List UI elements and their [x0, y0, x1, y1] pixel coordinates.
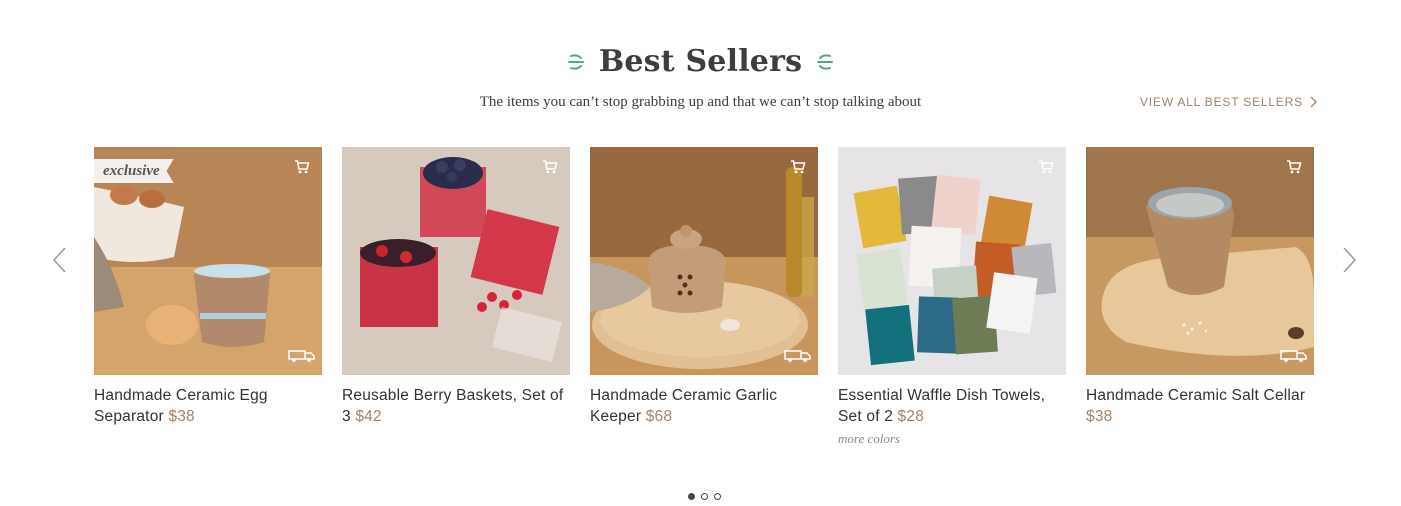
product-name[interactable]: Handmade Ceramic Egg Separator $38 [94, 385, 322, 427]
cart-icon[interactable] [1286, 159, 1302, 175]
view-all-link[interactable]: VIEW ALL BEST SELLERS [1140, 95, 1318, 109]
cart-icon[interactable] [294, 159, 310, 175]
product-image[interactable] [838, 147, 1066, 375]
product-name[interactable]: Handmade Ceramic Garlic Keeper $68 [590, 385, 818, 427]
carousel-prev-button[interactable] [50, 246, 70, 274]
product-price: $28 [897, 408, 925, 425]
product-price: $68 [645, 408, 673, 425]
section-header: Best Sellers [0, 44, 1401, 79]
product-price: $38 [168, 408, 195, 425]
left-sprig-icon [567, 53, 584, 70]
product-card[interactable]: exclusive Handmade Ceramic Egg Separator… [94, 147, 322, 447]
product-card[interactable]: Handmade Ceramic Salt Cellar $38 [1086, 147, 1314, 447]
exclusive-badge: exclusive [94, 159, 174, 183]
title-row: Best Sellers [0, 44, 1401, 79]
product-name[interactable]: Handmade Ceramic Salt Cellar $38 [1086, 385, 1314, 427]
salt-cellar-photo [1086, 147, 1314, 375]
garlic-keeper-photo [590, 147, 818, 375]
cart-icon[interactable] [790, 159, 806, 175]
carousel-next-button[interactable] [1339, 246, 1359, 274]
dish-towels-photo [838, 147, 1066, 375]
product-card[interactable]: Reusable Berry Baskets, Set of 3 $42 [342, 147, 570, 447]
cart-icon[interactable] [542, 159, 558, 175]
product-image[interactable] [1086, 147, 1314, 375]
more-colors-link[interactable]: more colors [838, 431, 1066, 447]
product-price: $38 [1086, 408, 1113, 425]
carousel-pagination [688, 493, 721, 500]
product-image[interactable] [590, 147, 818, 375]
truck-icon [784, 350, 811, 362]
product-price: $42 [355, 408, 382, 425]
view-all-label: VIEW ALL BEST SELLERS [1140, 95, 1303, 109]
berry-baskets-photo [342, 147, 570, 375]
pagination-dot[interactable] [701, 493, 708, 500]
pagination-dot[interactable] [714, 493, 721, 500]
pagination-dot[interactable] [688, 493, 695, 500]
product-card[interactable]: Essential Waffle Dish Towels, Set of 2 $… [838, 147, 1066, 447]
chevron-right-icon [1310, 96, 1317, 108]
truck-icon [288, 350, 315, 362]
cart-icon[interactable] [1038, 159, 1054, 175]
truck-icon [1280, 350, 1307, 362]
product-carousel: exclusive Handmade Ceramic Egg Separator… [94, 147, 1314, 447]
product-card[interactable]: Handmade Ceramic Garlic Keeper $68 [590, 147, 818, 447]
page-title: Best Sellers [598, 44, 803, 79]
right-sprig-icon [817, 53, 834, 70]
product-name[interactable]: Essential Waffle Dish Towels, Set of 2 $… [838, 385, 1066, 427]
product-image[interactable]: exclusive [94, 147, 322, 375]
product-name[interactable]: Reusable Berry Baskets, Set of 3 $42 [342, 385, 570, 427]
product-image[interactable] [342, 147, 570, 375]
